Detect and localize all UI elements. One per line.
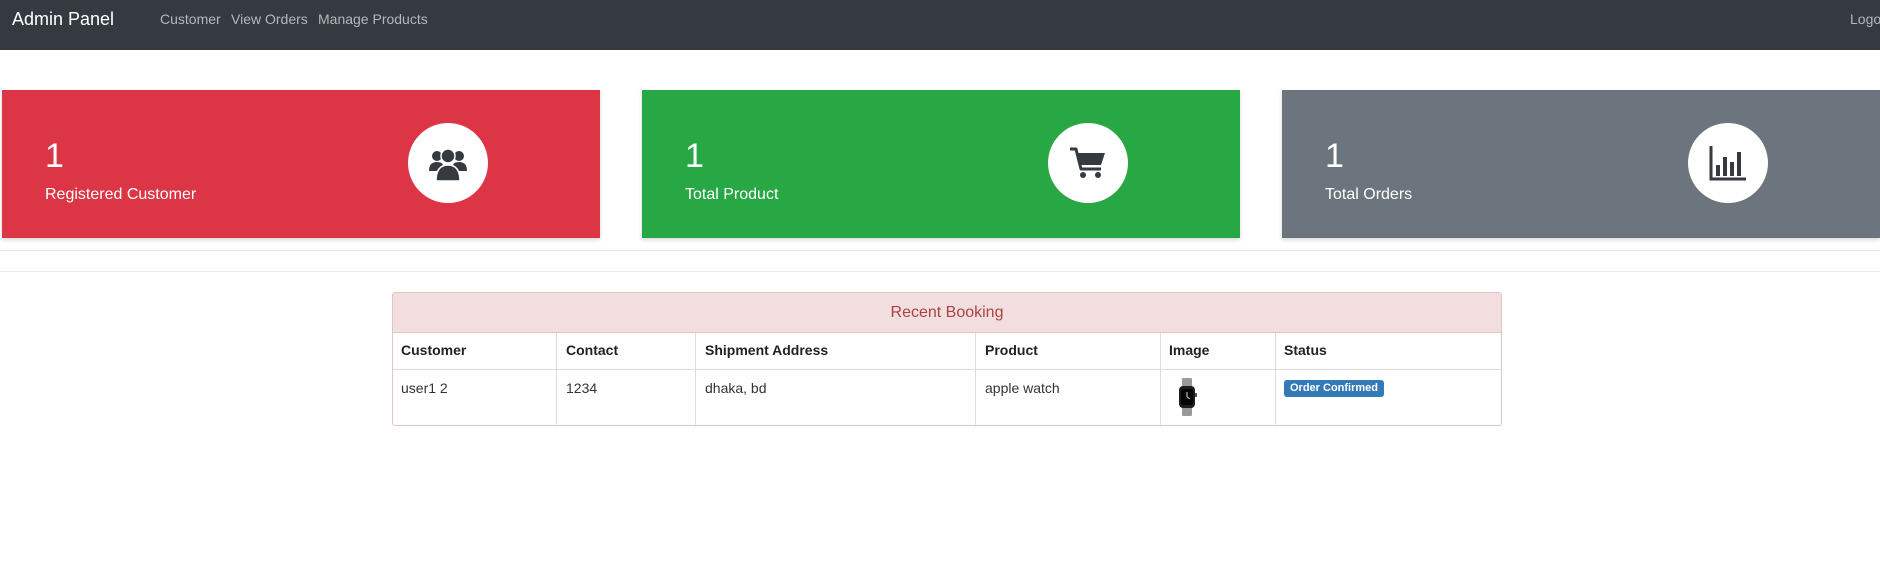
cell-shipment-address: dhaka, bd [705, 380, 767, 396]
nav-view-orders-link[interactable]: View Orders [231, 11, 308, 27]
total-product-card: 1 Total Product [642, 90, 1240, 238]
column-header-image: Image [1169, 342, 1210, 358]
table-column-divider [556, 333, 557, 425]
column-header-shipment-address: Shipment Address [705, 342, 829, 358]
logout-link[interactable]: Logout [1850, 11, 1880, 27]
top-navbar: Admin Panel Customer View Orders Manage … [0, 0, 1880, 50]
product-image-watch [1179, 378, 1197, 416]
registered-customer-label: Registered Customer [45, 186, 197, 203]
total-product-count: 1 [685, 137, 704, 175]
cell-contact: 1234 [566, 380, 598, 396]
registered-customer-count: 1 [45, 137, 64, 175]
table-header-divider [393, 369, 1501, 370]
brand-link[interactable]: Admin Panel [12, 9, 114, 29]
users-icon-circle [408, 123, 488, 203]
section-divider [0, 271, 1880, 272]
cell-product: apple watch [985, 380, 1060, 396]
section-divider [0, 250, 1880, 251]
status-badge: Order Confirmed [1284, 380, 1385, 397]
users-icon [429, 148, 467, 182]
cart-icon-circle [1048, 123, 1128, 203]
table-column-divider [695, 333, 696, 425]
total-product-label: Total Product [685, 186, 779, 203]
table-column-divider [1160, 333, 1161, 425]
bar-chart-icon [1709, 146, 1746, 181]
column-header-product: Product [985, 342, 1038, 358]
column-header-contact: Contact [566, 342, 619, 358]
cell-customer: user1 2 [401, 380, 448, 396]
recent-booking-panel: Recent Booking Customer Contact Shipment… [392, 292, 1502, 426]
registered-customer-card: 1 Registered Customer [2, 90, 600, 238]
cart-icon [1070, 147, 1105, 178]
column-header-status: Status [1284, 342, 1327, 358]
total-orders-label: Total Orders [1325, 186, 1413, 203]
nav-customer-link[interactable]: Customer [160, 11, 221, 27]
recent-booking-title: Recent Booking [393, 293, 1501, 333]
total-orders-card: 1 Total Orders [1282, 90, 1880, 238]
table-column-divider [1275, 333, 1276, 425]
total-orders-count: 1 [1325, 137, 1344, 175]
bar-chart-icon-circle [1688, 123, 1768, 203]
nav-manage-products-link[interactable]: Manage Products [318, 11, 428, 27]
table-column-divider [975, 333, 976, 425]
column-header-customer: Customer [401, 342, 467, 358]
